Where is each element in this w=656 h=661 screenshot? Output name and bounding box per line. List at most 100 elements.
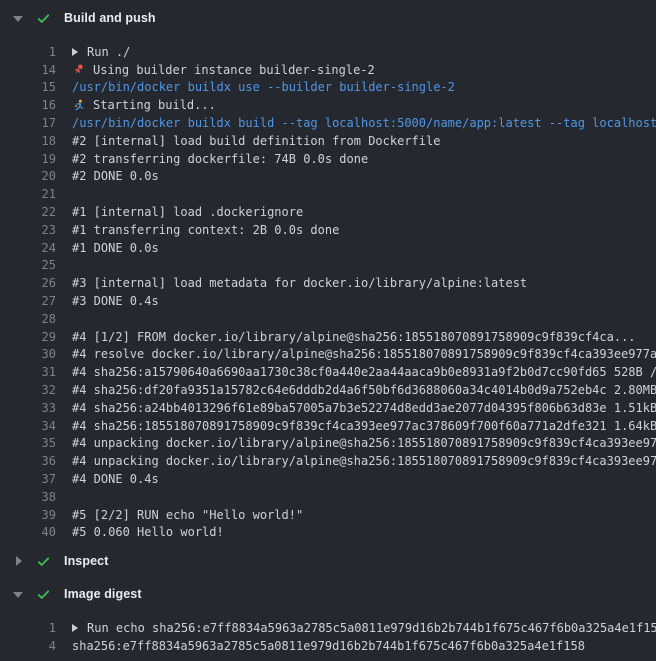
line-number[interactable]: 1	[0, 45, 56, 59]
log-line: 19 #2 transferring dockerfile: 74B 0.0s d…	[0, 150, 656, 168]
step-title: Build and push	[64, 11, 156, 25]
line-number[interactable]: 32	[0, 383, 56, 397]
line-number[interactable]: 25	[0, 258, 56, 272]
log-text: #1 DONE 0.0s	[72, 241, 159, 255]
log-text: #5 [2/2] RUN echo "Hello world!"	[72, 508, 303, 522]
log-text: #4 DONE 0.4s	[72, 472, 159, 486]
step-title: Image digest	[64, 587, 142, 601]
line-number[interactable]: 19	[0, 152, 56, 166]
log-line: 31 #4 sha256:a15790640a6690aa1730c38cf0a4…	[0, 363, 656, 381]
success-check-icon	[36, 587, 51, 602]
log-line: 35#4 unpacking docker.io/library/alpine@…	[0, 435, 656, 453]
line-number[interactable]: 22	[0, 205, 56, 219]
log-line: 39 #5 [2/2] RUN echo "Hello world!"	[0, 506, 656, 524]
chevron-right-icon[interactable]	[13, 556, 24, 567]
line-number[interactable]: 29	[0, 330, 56, 344]
line-number[interactable]: 33	[0, 401, 56, 415]
chevron-down-icon[interactable]	[13, 13, 24, 24]
log-text: Using builder instance builder-single-2	[72, 63, 375, 77]
log-text: #5 0.060 Hello world!	[72, 525, 224, 539]
log-text: #3 [internal] load metadata for docker.i…	[72, 276, 527, 290]
line-number[interactable]: 40	[0, 525, 56, 539]
log-line: 18 #2 [internal] load build definition fr…	[0, 132, 656, 150]
step-header-image-digest[interactable]: Image digest	[0, 582, 656, 606]
log-line: 16 Starting build...	[0, 96, 656, 114]
log-line: 25	[0, 257, 656, 275]
line-number[interactable]: 16	[0, 98, 56, 112]
line-number[interactable]: 27	[0, 294, 56, 308]
line-number[interactable]: 4	[0, 639, 56, 653]
log-text: Run ./	[72, 45, 130, 59]
log-line: 29 #4 [1/2] FROM docker.io/library/alpine…	[0, 328, 656, 346]
log-line: 15/usr/bin/docker buildx use --builder b…	[0, 79, 656, 97]
log-text: #4 sha256:185518070891758909c9f839cf4ca3…	[72, 419, 656, 433]
line-number[interactable]: 35	[0, 436, 56, 450]
log-text: #2 [internal] load build definition from…	[72, 134, 440, 148]
line-number[interactable]: 24	[0, 241, 56, 255]
log-line: 34 #4 sha256:185518070891758909c9f839cf4c…	[0, 417, 656, 435]
pushpin-icon	[72, 63, 86, 76]
log-line: 40 #5 0.060 Hello world!	[0, 524, 656, 542]
step-section-image-digest: Image digest 1Run echo sha256:e7ff8834a5…	[0, 582, 656, 661]
success-check-icon	[36, 11, 51, 26]
line-number[interactable]: 21	[0, 187, 56, 201]
line-number[interactable]: 36	[0, 454, 56, 468]
log-line: 26 #3 [internal] load metadata for docker…	[0, 274, 656, 292]
step-title: Inspect	[64, 554, 108, 568]
line-number[interactable]: 37	[0, 472, 56, 486]
log-line: 23 #1 transferring context: 2B 0.0s done	[0, 221, 656, 239]
log-text: /usr/bin/docker buildx use --builder bui…	[72, 80, 455, 94]
log-line: 28	[0, 310, 656, 328]
log-line: 32 #4 sha256:df20fa9351a15782c64e6dddb2d4…	[0, 381, 656, 399]
log-line: 22 #1 [internal] load .dockerignore	[0, 203, 656, 221]
line-number[interactable]: 17	[0, 116, 56, 130]
log-text: #2 DONE 0.0s	[72, 169, 159, 183]
log-line: 33 #4 sha256:a24bb4013296f61e89ba57005a7b…	[0, 399, 656, 417]
log-line: 37 #4 DONE 0.4s	[0, 470, 656, 488]
log-line: 1Run echo sha256:e7ff8834a5963a2785c5a08…	[0, 619, 656, 637]
step-section-build-and-push: Build and push 1 Run ./ 14 Using builder in…	[0, 6, 656, 547]
line-number[interactable]: 14	[0, 63, 56, 77]
step-header-inspect[interactable]: Inspect	[0, 549, 656, 573]
line-number[interactable]: 28	[0, 312, 56, 326]
log-text: Starting build...	[72, 98, 216, 112]
log-line: 36 #4 unpacking docker.io/library/alpine@…	[0, 452, 656, 470]
log-line: 17/usr/bin/docker buildx build --tag loc…	[0, 114, 656, 132]
log-text: #4 resolve docker.io/library/alpine@sha2…	[72, 347, 656, 361]
log-line: 27#3 DONE 0.4s	[0, 292, 656, 310]
line-number[interactable]: 34	[0, 419, 56, 433]
line-number[interactable]: 31	[0, 365, 56, 379]
line-number[interactable]: 18	[0, 134, 56, 148]
line-number[interactable]: 38	[0, 490, 56, 504]
log-text: #4 sha256:df20fa9351a15782c64e6dddb2d4a6…	[72, 383, 656, 397]
log-line: 4sha256:e7ff8834a5963a2785c5a0811e979d16…	[0, 637, 656, 655]
line-number[interactable]: 20	[0, 169, 56, 183]
line-number[interactable]: 15	[0, 80, 56, 94]
expand-run-icon[interactable]	[72, 48, 78, 56]
step-section-inspect: Inspect	[0, 549, 656, 573]
log-line: 24 #1 DONE 0.0s	[0, 239, 656, 257]
runner-icon	[72, 99, 86, 112]
log-text: #1 transferring context: 2B 0.0s done	[72, 223, 339, 237]
log-line: 20 #2 DONE 0.0s	[0, 168, 656, 186]
log-text: /usr/bin/docker buildx build --tag local…	[72, 116, 656, 130]
expand-run-icon[interactable]	[72, 624, 78, 632]
log-text: #2 transferring dockerfile: 74B 0.0s don…	[72, 152, 368, 166]
line-number[interactable]: 26	[0, 276, 56, 290]
line-number[interactable]: 1	[0, 621, 56, 635]
step-log-image-digest: 1Run echo sha256:e7ff8834a5963a2785c5a08…	[0, 606, 656, 661]
log-text: #4 sha256:a24bb4013296f61e89ba57005a7b3e…	[72, 401, 656, 415]
success-check-icon	[36, 554, 51, 569]
actions-log-viewer: Build and push 1Run ./14Using builder in…	[0, 0, 656, 661]
log-text: #4 sha256:a15790640a6690aa1730c38cf0a440…	[72, 365, 656, 379]
step-log-build-and-push: 1 Run ./ 14 Using builder instance builder-…	[0, 30, 656, 547]
log-text: #1 [internal] load .dockerignore	[72, 205, 303, 219]
line-number[interactable]: 23	[0, 223, 56, 237]
step-header-build-and-push[interactable]: Build and push	[0, 6, 656, 30]
chevron-down-icon[interactable]	[13, 589, 24, 600]
log-text: #4 unpacking docker.io/library/alpine@sh…	[72, 454, 656, 468]
line-number[interactable]: 39	[0, 508, 56, 522]
line-number[interactable]: 30	[0, 347, 56, 361]
log-text: #4 [1/2] FROM docker.io/library/alpine@s…	[72, 330, 636, 344]
log-line: 21	[0, 185, 656, 203]
